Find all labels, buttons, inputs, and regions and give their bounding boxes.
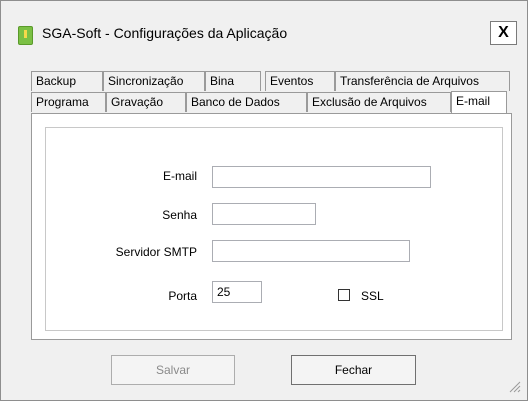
email-label: E-mail bbox=[162, 169, 197, 183]
email-settings-frame bbox=[45, 127, 503, 331]
servidor-smtp-label: Servidor SMTP bbox=[115, 245, 197, 259]
tab-email[interactable]: E-mail bbox=[451, 91, 507, 113]
tab-eventos[interactable]: Eventos bbox=[265, 71, 335, 91]
ssl-label: SSL bbox=[361, 289, 384, 303]
tab-programa[interactable]: Programa bbox=[31, 92, 106, 112]
tab-gravacao[interactable]: Gravação bbox=[106, 92, 186, 112]
ssl-checkbox[interactable] bbox=[338, 289, 350, 301]
senha-label: Senha bbox=[162, 208, 197, 222]
window-title: SGA-Soft - Configurações da Aplicação bbox=[42, 25, 288, 41]
tab-bina[interactable]: Bina bbox=[205, 71, 261, 91]
settings-dialog: SGA-Soft - Configurações da Aplicação X … bbox=[0, 0, 528, 401]
senha-field[interactable] bbox=[212, 203, 316, 225]
tab-backup[interactable]: Backup bbox=[31, 71, 103, 91]
porta-label: Porta bbox=[168, 289, 197, 303]
porta-field[interactable] bbox=[212, 281, 262, 303]
tab-transferencia-de-arquivos[interactable]: Transferência de Arquivos bbox=[335, 71, 510, 91]
title-bar[interactable]: SGA-Soft - Configurações da Aplicação X bbox=[11, 18, 523, 48]
email-tab-panel bbox=[31, 113, 512, 340]
email-field[interactable] bbox=[212, 166, 431, 188]
tab-sincronizacao[interactable]: Sincronização bbox=[103, 71, 205, 91]
resize-grip-icon[interactable] bbox=[507, 379, 521, 393]
close-button[interactable]: X bbox=[490, 21, 517, 45]
servidor-smtp-field[interactable] bbox=[212, 240, 410, 262]
save-button[interactable]: Salvar bbox=[111, 355, 235, 385]
app-icon bbox=[18, 26, 33, 45]
tab-banco-de-dados[interactable]: Banco de Dados bbox=[186, 92, 307, 112]
close-dialog-button[interactable]: Fechar bbox=[291, 355, 416, 385]
tab-exclusao-de-arquivos[interactable]: Exclusão de Arquivos bbox=[307, 92, 451, 112]
